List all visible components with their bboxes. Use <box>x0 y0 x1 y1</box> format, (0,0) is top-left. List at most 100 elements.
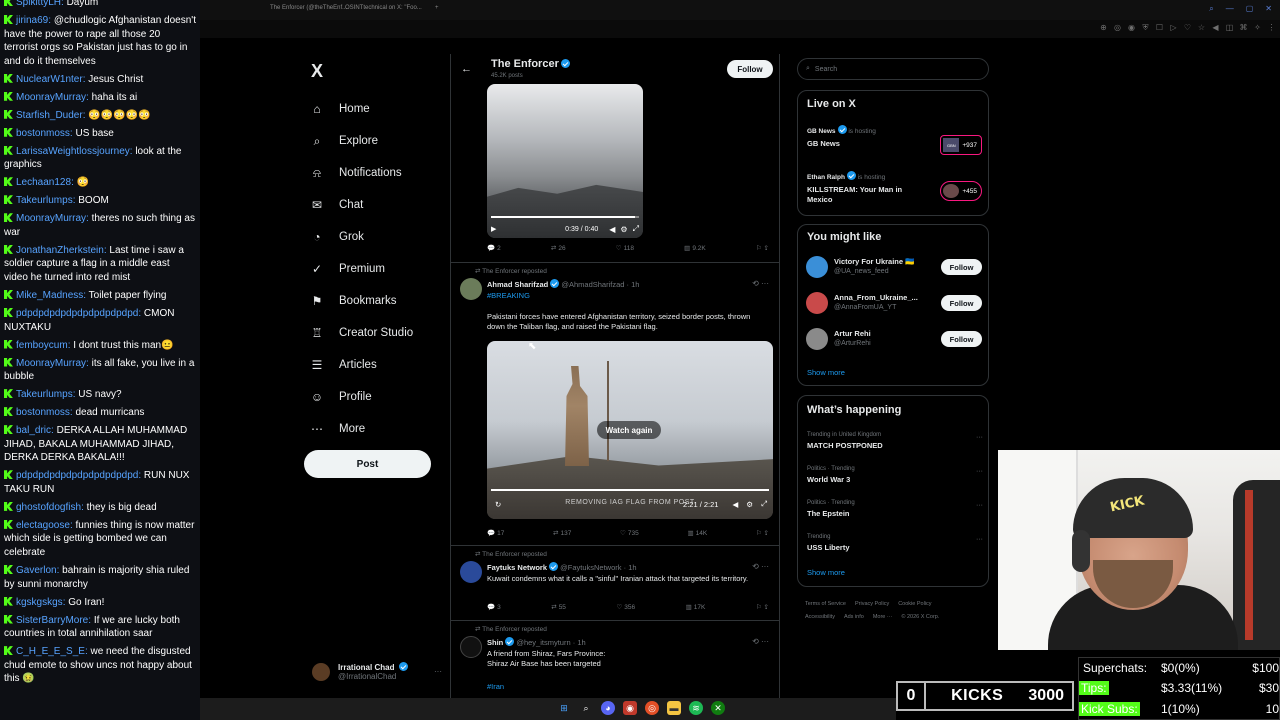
nav-item-home[interactable]: ⌂ Home <box>309 93 413 125</box>
browser-tab[interactable]: The Enforcer (@theTheEnf... <box>270 5 347 11</box>
suggested-account[interactable]: Victory For Ukraine 🇺🇦 @UA_news_feed Follo… <box>806 255 982 279</box>
volume-icon[interactable]: ◀ <box>609 225 615 234</box>
follow-button[interactable]: Follow <box>941 295 982 311</box>
menu-icon[interactable]: ⋮ <box>1267 23 1276 33</box>
reply-button[interactable]: 💬 2 <box>487 244 501 253</box>
nav-item-profile[interactable]: ☺ Profile <box>309 381 413 413</box>
chat-username[interactable]: Mike_Madness <box>16 290 83 301</box>
nav-item-articles[interactable]: ☰ Articles <box>309 349 413 381</box>
obs-icon[interactable]: ◉ <box>623 701 637 715</box>
footer-link[interactable]: Ads info <box>844 614 864 620</box>
like-button[interactable]: ♡ 118 <box>616 244 634 253</box>
fullscreen-icon[interactable]: ⤢ <box>761 499 767 509</box>
chat-username[interactable]: femboycum <box>16 340 68 351</box>
video-player[interactable]: Watch again REMOVING IAG FLAG FROM POST … <box>487 341 773 519</box>
chat-username[interactable]: pdpdpdpdpdpdpdpdpdpdpd <box>16 470 138 481</box>
chat-username[interactable]: electagoose <box>16 520 70 531</box>
replay-icon[interactable]: ↻ <box>495 500 501 509</box>
fullscreen-icon[interactable]: ⤢ <box>633 224 639 234</box>
search-icon[interactable]: ⌕ <box>579 701 593 715</box>
video-player[interactable]: ▶ 0:39 / 0:40 ◀ ⚙ ⤢ <box>487 84 643 238</box>
footer-link[interactable]: Cookie Policy <box>898 601 931 607</box>
shield-icon[interactable]: ⛨ <box>1141 23 1150 33</box>
chat-username[interactable]: pdpdpdpdpdpdpdpdpdpdpd <box>16 308 138 319</box>
chat-username[interactable]: MoonrayMurray <box>16 213 86 224</box>
chat-username[interactable]: ghostofdogfish <box>16 502 81 513</box>
views-button[interactable]: ▥ 17K <box>686 603 706 612</box>
chat-username[interactable]: Lechaan128 <box>16 177 71 188</box>
spotify-icon[interactable]: ≋ <box>689 701 703 715</box>
close-icon[interactable]: ✕ <box>1265 4 1272 14</box>
chat-username[interactable]: jirina69 <box>16 15 48 26</box>
hashtag[interactable]: #Iran <box>487 682 769 692</box>
search-icon[interactable]: ⌕ <box>1209 4 1213 14</box>
nav-item-notifications[interactable]: ⍾ Notifications <box>309 157 413 189</box>
chat-username[interactable]: kgskgskgs <box>16 597 63 608</box>
chat-username[interactable]: Takeurlumps <box>16 195 73 206</box>
watch-again-button[interactable]: Watch again <box>597 421 661 439</box>
chat-username[interactable]: Gaverlon <box>16 565 57 576</box>
more-icon[interactable]: ··· <box>976 502 983 509</box>
repost-button[interactable]: ⇄ 137 <box>553 529 571 538</box>
minimize-icon[interactable]: — <box>1226 4 1234 14</box>
like-button[interactable]: ♡ 356 <box>616 603 635 612</box>
post-button[interactable]: Post <box>304 450 431 478</box>
footer-link[interactable]: © 2026 X Corp. <box>901 614 939 620</box>
live-item[interactable]: Ethan Ralph is hosting KILLSTREAM: Your … <box>807 171 982 205</box>
bookmark-button[interactable]: ⚐ ⇪ <box>756 244 769 252</box>
chat-username[interactable]: bostonmoss <box>16 128 70 139</box>
account-switcher[interactable]: Irrational Chad @IrrationalChad ··· <box>312 662 442 681</box>
chrome-icon[interactable]: ◎ <box>645 701 659 715</box>
follow-button[interactable]: Follow <box>941 259 982 275</box>
chat-username[interactable]: JonathanZherkstein <box>16 245 104 256</box>
chat-username[interactable]: bal_dric <box>16 425 51 436</box>
extension-icon[interactable]: ◎ <box>1113 23 1122 33</box>
extension-icon[interactable]: ⌘ <box>1239 23 1248 33</box>
suggested-account[interactable]: Artur Rehi @ArturRehi Follow <box>806 327 982 351</box>
follow-button[interactable]: Follow <box>941 331 982 347</box>
hashtag[interactable]: #BREAKING <box>487 291 769 301</box>
xbox-icon[interactable]: ✕ <box>711 701 725 715</box>
bookmark-button[interactable]: ⚐ ⇪ <box>756 603 769 611</box>
play-icon[interactable]: ▷ <box>1169 23 1178 33</box>
chat-username[interactable]: NuclearW1nter <box>16 74 83 85</box>
reply-button[interactable]: 💬 3 <box>487 603 501 612</box>
back-arrow-icon[interactable]: ← <box>461 63 472 75</box>
nav-item-bookmarks[interactable]: ⚑ Bookmarks <box>309 285 413 317</box>
chat-username[interactable]: MoonrayMurray <box>16 92 86 103</box>
extension-icon[interactable]: ◉ <box>1127 23 1136 33</box>
chat-username[interactable]: LarissaWeightlossjourney <box>16 146 130 157</box>
bookmark-button[interactable]: ⚐ ⇪ <box>756 529 769 537</box>
discord-icon[interactable]: ◕ <box>601 701 615 715</box>
volume-icon[interactable]: ◀ <box>732 500 738 509</box>
trend-item[interactable]: Politics · Trending World War 3 ··· <box>807 466 983 484</box>
nav-item-more[interactable]: ⋯ More <box>309 413 413 445</box>
nav-item-premium[interactable]: ✓ Premium <box>309 253 413 285</box>
new-tab-button[interactable]: + <box>435 5 439 11</box>
extension-icon[interactable]: ◫ <box>1225 23 1234 33</box>
nav-item-chat[interactable]: ✉ Chat <box>309 189 413 221</box>
views-button[interactable]: ▥ 9.2K <box>684 244 706 253</box>
nav-item-creator-studio[interactable]: ♖ Creator Studio <box>309 317 414 349</box>
chat-username[interactable]: C_H_E_E_S_E <box>16 646 85 657</box>
live-item[interactable]: GB News is hosting GB News GBN +937 <box>807 125 982 155</box>
video-progress-bar[interactable] <box>491 216 639 218</box>
trend-item[interactable]: Politics · Trending The Epstein ··· <box>807 500 983 518</box>
chat-username[interactable]: SisterBarryMore <box>16 615 88 626</box>
trend-item[interactable]: Trending in United Kingdom MATCH POSTPONE… <box>807 432 983 450</box>
like-button[interactable]: ♡ 735 <box>620 529 639 538</box>
trend-item[interactable]: Trending USS Liberty ··· <box>807 534 983 552</box>
more-icon[interactable]: ⟲ ··· <box>752 637 769 646</box>
zoom-icon[interactable]: ⊕ <box>1099 23 1108 33</box>
nav-item-grok[interactable]: ◔ Grok <box>309 221 413 253</box>
more-icon[interactable]: ··· <box>976 468 983 475</box>
search-input[interactable]: ⌕ Search <box>797 58 989 80</box>
chat-username[interactable]: SpikittyLH <box>16 0 61 8</box>
maximize-icon[interactable]: ▢ <box>1246 4 1254 14</box>
chat-username[interactable]: MoonrayMurray <box>16 358 86 369</box>
show-more-link[interactable]: Show more <box>807 568 845 577</box>
video-progress-bar[interactable] <box>491 489 769 491</box>
repost-button[interactable]: ⇄ 26 <box>551 244 566 253</box>
bookmark-icon[interactable]: ☐ <box>1155 23 1164 33</box>
settings-icon[interactable]: ⚙ <box>746 500 753 509</box>
